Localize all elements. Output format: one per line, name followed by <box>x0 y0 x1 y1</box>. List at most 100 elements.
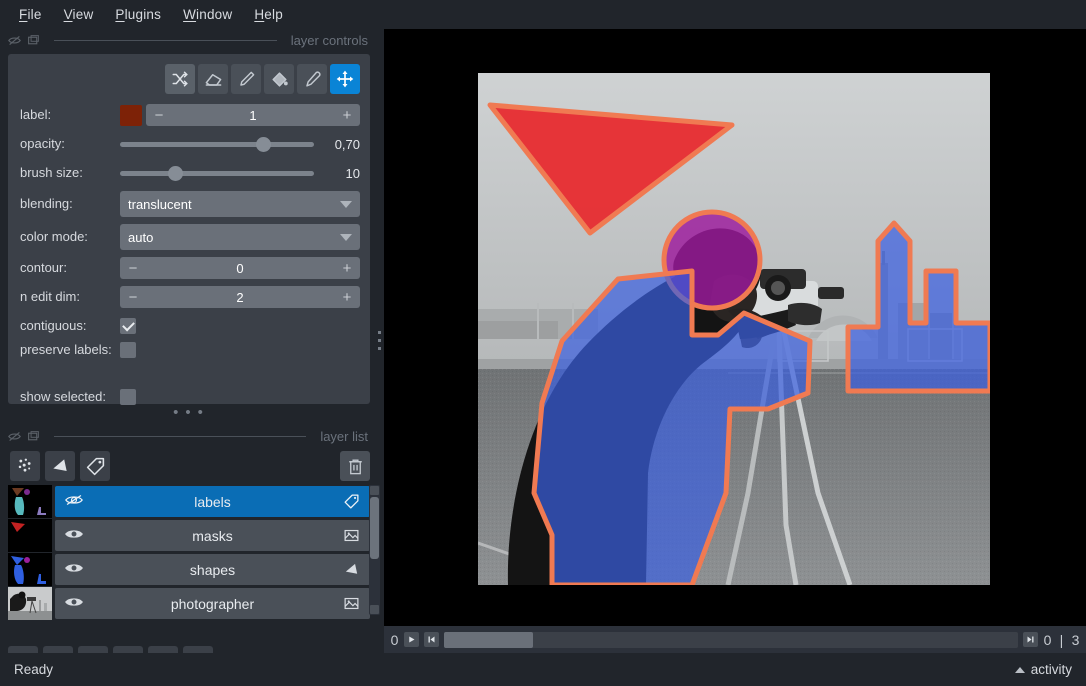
preserve-labels-checkbox[interactable] <box>120 342 136 358</box>
opacity-slider[interactable] <box>120 133 314 155</box>
contour-row: contour: − 0 + <box>20 255 360 281</box>
visibility-toggle-visible-icon[interactable] <box>65 595 85 612</box>
dims-separator: | <box>1059 631 1064 648</box>
layer-thumbnail <box>8 553 52 586</box>
layer-name: shapes <box>189 561 236 578</box>
contour-decrement[interactable]: − <box>120 260 146 277</box>
color-mode-row: color mode: auto <box>20 222 360 252</box>
last-frame-button[interactable] <box>1023 632 1038 647</box>
viewer-canvas[interactable] <box>384 29 1086 626</box>
layer-row-labels[interactable]: labels <box>8 485 370 518</box>
fill-bucket-tool[interactable] <box>264 64 294 94</box>
paint-brush-tool[interactable] <box>231 64 261 94</box>
activity-toggle[interactable]: activity <box>1014 662 1072 677</box>
color-picker-tool[interactable] <box>297 64 327 94</box>
n-edit-dim-increment[interactable]: + <box>334 289 360 306</box>
dock-divider <box>54 39 277 41</box>
dims-slider-handle[interactable] <box>444 631 533 648</box>
brush-size-caption: brush size: <box>20 165 83 180</box>
label-spinbox[interactable]: − 1 + <box>146 104 360 126</box>
visibility-toggle-visible-icon[interactable] <box>65 527 85 544</box>
photographer-image <box>478 73 990 585</box>
label-row: label: − 1 + <box>20 102 360 128</box>
blending-value: translucent <box>128 196 192 212</box>
shuffle-colors-tool[interactable] <box>165 64 195 94</box>
n-edit-dim-decrement[interactable]: − <box>120 289 146 306</box>
contour-caption: contour: <box>20 260 67 275</box>
eraser-tool[interactable] <box>198 64 228 94</box>
new-shapes-layer-button[interactable] <box>45 451 75 481</box>
preserve-labels-row: preserve labels: <box>20 342 360 386</box>
first-frame-button[interactable] <box>424 632 439 647</box>
chevron-down-icon <box>340 233 352 241</box>
image-layer-type-icon <box>340 527 360 544</box>
image-layer-type-icon <box>340 595 360 612</box>
float-dock-icon[interactable] <box>8 430 21 443</box>
contour-spinbox[interactable]: − 0 + <box>120 257 360 279</box>
dock-splitter-handle[interactable] <box>374 322 384 358</box>
menu-file[interactable]: FFileile <box>8 3 53 26</box>
contour-value[interactable]: 0 <box>146 261 334 276</box>
play-button[interactable] <box>404 632 419 647</box>
pan-zoom-tool[interactable] <box>330 64 360 94</box>
undock-icon[interactable] <box>27 34 40 47</box>
menu-window[interactable]: Window <box>172 3 243 26</box>
dock-divider <box>54 435 307 437</box>
layer-controls-title: layer controls <box>290 32 368 48</box>
blending-select[interactable]: translucent <box>120 191 360 217</box>
menu-plugins[interactable]: Plugins <box>104 3 172 26</box>
undock-icon[interactable] <box>27 430 40 443</box>
image-viewport[interactable] <box>478 73 990 585</box>
dims-slider-track[interactable] <box>444 631 1018 648</box>
n-edit-dim-row: n edit dim: − 2 + <box>20 284 360 310</box>
layer-item-shapes[interactable]: shapes <box>55 554 370 585</box>
show-selected-checkbox[interactable] <box>120 389 136 405</box>
layer-list-scrollbar[interactable] <box>369 485 380 615</box>
dims-axis-label: 0 <box>390 631 399 648</box>
color-mode-select[interactable]: auto <box>120 224 360 250</box>
status-message: Ready <box>14 662 54 677</box>
layer-row-photographer[interactable]: photographer <box>8 587 370 620</box>
menu-help[interactable]: Help <box>243 3 294 26</box>
scroll-down-button[interactable] <box>370 605 379 614</box>
layer-controls-panel: label: − 1 + opacity: 0,70 brush size: 1… <box>8 54 370 405</box>
label-decrement[interactable]: − <box>146 107 172 124</box>
layer-name: photographer <box>170 595 255 612</box>
delete-layer-button[interactable] <box>340 451 370 481</box>
activity-label: activity <box>1030 662 1072 677</box>
layer-list-toolbar <box>0 447 378 485</box>
contiguous-row: contiguous: <box>20 313 360 339</box>
layer-row-shapes[interactable]: shapes <box>8 553 370 586</box>
layer-item-masks[interactable]: masks <box>55 520 370 551</box>
brush-size-handle[interactable] <box>167 165 183 181</box>
layer-item-photographer[interactable]: photographer <box>55 588 370 619</box>
visibility-toggle-visible-icon[interactable] <box>65 561 85 578</box>
label-color-swatch[interactable] <box>120 104 142 126</box>
shapes-layer-type-icon <box>340 561 360 578</box>
new-points-layer-button[interactable] <box>10 451 40 481</box>
label-increment[interactable]: + <box>334 107 360 124</box>
contiguous-caption: contiguous: <box>20 318 87 333</box>
layer-item-labels[interactable]: labels <box>55 486 370 517</box>
show-selected-caption: show selected: <box>20 389 106 404</box>
opacity-row: opacity: 0,70 <box>20 131 360 157</box>
n-edit-dim-value[interactable]: 2 <box>146 290 334 305</box>
layer-thumbnail <box>8 587 52 620</box>
contiguous-checkbox[interactable] <box>120 318 136 334</box>
menu-view[interactable]: View <box>53 3 105 26</box>
layer-row-masks[interactable]: masks <box>8 519 370 552</box>
visibility-toggle-hidden-icon[interactable] <box>65 493 85 510</box>
label-value[interactable]: 1 <box>172 108 334 123</box>
contour-increment[interactable]: + <box>334 260 360 277</box>
brush-size-slider[interactable] <box>120 162 314 184</box>
opacity-value: 0,70 <box>334 136 360 152</box>
menu-bar: FFileile View Plugins Window Help <box>0 0 1086 29</box>
n-edit-dim-spinbox[interactable]: − 2 + <box>120 286 360 308</box>
scrollbar-thumb[interactable] <box>370 497 379 559</box>
opacity-handle[interactable] <box>255 136 271 152</box>
scroll-up-button[interactable] <box>370 486 379 495</box>
new-labels-layer-button[interactable] <box>80 451 110 481</box>
opacity-track <box>120 141 314 147</box>
float-dock-icon[interactable] <box>8 34 21 47</box>
left-dock: layer controls label: − 1 + opacity: 0,7… <box>0 29 380 676</box>
